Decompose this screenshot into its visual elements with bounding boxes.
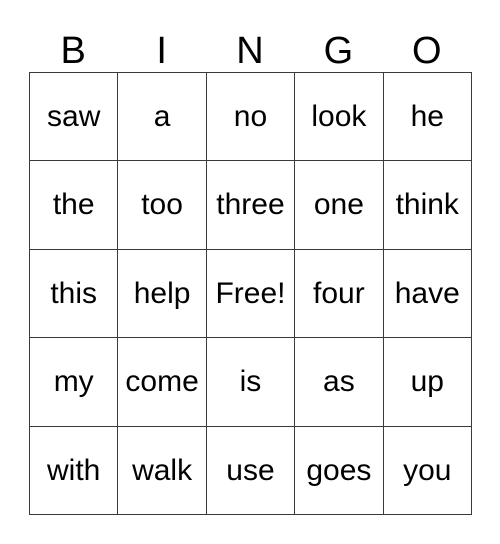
bingo-cell[interactable]: he <box>382 71 472 162</box>
bingo-cell[interactable]: up <box>382 337 472 427</box>
bingo-cell[interactable]: walk <box>117 425 207 515</box>
bingo-cell[interactable]: think <box>382 160 472 250</box>
bingo-header-row: B I N G O <box>29 18 471 72</box>
bingo-cell[interactable]: three <box>205 160 296 250</box>
bingo-cell[interactable]: a <box>117 71 207 162</box>
bingo-free-space-cell[interactable]: Free! <box>205 248 296 339</box>
bingo-header-letter-o: O <box>412 30 442 72</box>
bingo-row: this help Free! four have <box>28 248 472 339</box>
bingo-cell[interactable]: the <box>28 160 119 250</box>
bingo-cell[interactable]: come <box>117 337 207 427</box>
bingo-cell[interactable]: too <box>117 160 207 250</box>
bingo-header-letter-i: I <box>156 30 167 72</box>
bingo-cell[interactable]: look <box>294 71 384 162</box>
bingo-cell[interactable]: this <box>28 248 119 339</box>
bingo-cell[interactable]: is <box>205 337 296 427</box>
bingo-cell[interactable]: saw <box>28 71 119 162</box>
bingo-cell[interactable]: you <box>382 425 472 515</box>
bingo-cell[interactable]: as <box>294 337 384 427</box>
bingo-header-letter-n: N <box>236 30 264 72</box>
bingo-row: the too three one think <box>28 160 472 250</box>
bingo-cell[interactable]: help <box>117 248 207 339</box>
bingo-grid: saw a no look he the too three one think… <box>28 71 472 515</box>
bingo-cell[interactable]: no <box>205 71 296 162</box>
bingo-cell[interactable]: four <box>294 248 384 339</box>
bingo-header-letter-g: G <box>323 30 354 72</box>
bingo-cell[interactable]: goes <box>294 425 384 515</box>
bingo-cell[interactable]: use <box>205 425 296 515</box>
bingo-cell[interactable]: with <box>28 425 119 515</box>
bingo-row: my come is as up <box>28 337 472 427</box>
bingo-cell[interactable]: one <box>294 160 384 250</box>
bingo-row: with walk use goes you <box>28 425 472 515</box>
bingo-header-letter-b: B <box>60 30 86 72</box>
bingo-cell[interactable]: have <box>382 248 472 339</box>
bingo-cell[interactable]: my <box>28 337 119 427</box>
bingo-row: saw a no look he <box>28 71 472 162</box>
bingo-card: B I N G O saw a no look he the too three… <box>28 18 472 515</box>
